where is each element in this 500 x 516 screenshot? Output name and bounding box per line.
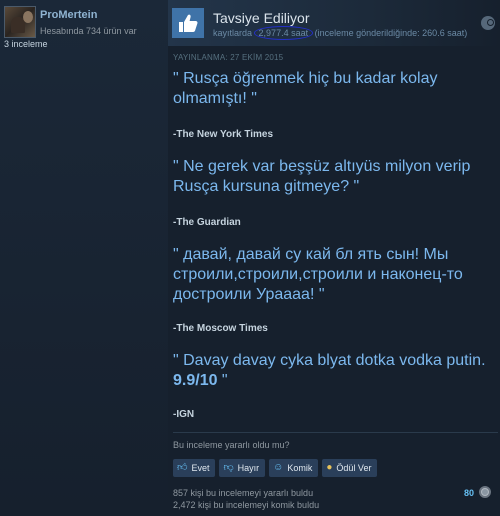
vote-funny-button[interactable]: ☺ Komik: [269, 459, 319, 477]
smiley-icon: ☺: [273, 462, 284, 473]
feedback-buttons: 👍︎ Evet 👎︎ Hayır ☺ Komik ● Ödül Ver: [173, 459, 378, 477]
helpful-count: 857 kişi bu incelemeyi yararlı buldu: [173, 488, 314, 498]
source-text: -The New York Times: [173, 129, 274, 140]
author-panel: ProMertein Hesabında 734 ürün var 3 ince…: [0, 0, 168, 516]
quote-text: " Davay davay cyka blyat dotka vodka put…: [173, 351, 498, 391]
vote-no-button[interactable]: 👎︎ Hayır: [219, 459, 266, 477]
thumbs-up-icon: [172, 8, 204, 38]
author-name[interactable]: ProMertein: [40, 9, 97, 21]
score-text: 9.9/10: [173, 372, 218, 389]
vote-yes-button[interactable]: 👍︎ Evet: [173, 459, 216, 477]
playtime-at-review: (inceleme gönderildiğinde: 260.6 saat): [314, 28, 468, 38]
funny-count: 2,472 kişi bu incelemeyi komik buldu: [173, 500, 320, 510]
helpful-question: Bu inceleme yararlı oldu mu?: [173, 440, 290, 450]
quote-text-part: " Davay davay cyka blyat dotka vodka put…: [173, 352, 486, 369]
steam-icon: [481, 16, 495, 30]
source-text: -The Moscow Times: [173, 323, 268, 334]
playtime-prefix: kayıtlarda: [213, 28, 253, 38]
products-owned[interactable]: Hesabında 734 ürün var: [40, 26, 137, 36]
avatar[interactable]: [4, 6, 36, 38]
quote-text: " Rusça öğrenmek hiç bu kadar kolay olma…: [173, 70, 438, 107]
review-quote: " Davay davay cyka blyat dotka vodka put…: [173, 351, 498, 391]
award-button[interactable]: ● Ödül Ver: [322, 459, 378, 477]
vote-funny-label: Komik: [287, 463, 313, 473]
quote-text: " давай, давай су кай бл ять сын! Мы стр…: [173, 246, 463, 303]
review-quote: " Ne gerek var beşşüz altıyüs milyon ver…: [173, 157, 498, 197]
vote-yes-label: Evet: [191, 463, 210, 473]
review-source: -The Guardian: [173, 217, 498, 228]
review-panel: Tavsiye Ediliyor kayıtlarda 2,977.4 saat…: [168, 0, 500, 516]
verdict-header[interactable]: Tavsiye Ediliyor kayıtlarda 2,977.4 saat…: [168, 0, 500, 46]
posted-date: YAYINLANMA: 27 EKİM 2015: [173, 53, 284, 62]
playtime: kayıtlarda 2,977.4 saat (inceleme gönder…: [213, 26, 468, 40]
review-quote: " Rusça öğrenmek hiç bu kadar kolay olma…: [173, 69, 498, 109]
reviews-count[interactable]: 3 inceleme: [4, 39, 48, 49]
award-icon: ●: [326, 462, 333, 473]
award-label: Ödül Ver: [336, 463, 372, 473]
quote-text-part: ": [217, 372, 228, 389]
playtime-total: 2,977.4 saat: [253, 26, 314, 40]
review-source: -The New York Times: [173, 129, 498, 140]
source-text: -The Guardian: [173, 217, 241, 228]
thumbs-up-icon: 👍︎: [177, 462, 188, 473]
divider: [173, 432, 498, 433]
award-count[interactable]: 80: [464, 488, 474, 498]
review-source: -IGN: [173, 409, 498, 420]
verdict-title: Tavsiye Ediliyor: [213, 10, 310, 26]
review-quote: " давай, давай су кай бл ять сын! Мы стр…: [173, 245, 498, 305]
source-text: -IGN: [173, 409, 195, 420]
review-source: -The Moscow Times: [173, 323, 498, 334]
thumbs-down-icon: 👎︎: [223, 462, 234, 473]
award-icon[interactable]: [479, 486, 491, 498]
vote-no-label: Hayır: [237, 463, 260, 473]
quote-text: " Ne gerek var beşşüz altıyüs milyon ver…: [173, 158, 471, 195]
